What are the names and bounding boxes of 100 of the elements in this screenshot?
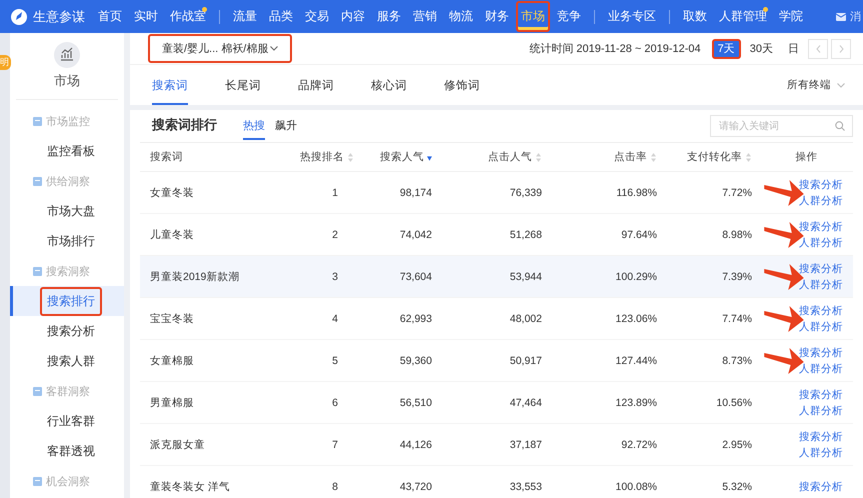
tab[interactable]: 核心词 <box>371 65 407 105</box>
table-cell-text: 73,604 <box>398 270 433 282</box>
subtab[interactable]: 飙升 <box>275 110 297 140</box>
table-cell-text: 5.32% <box>721 480 753 492</box>
nav-item[interactable]: 市场 <box>516 1 550 32</box>
tab[interactable]: 修饰词 <box>444 65 480 105</box>
table-cell-text: 62,993 <box>398 312 433 324</box>
table-cell-text: 100.08% <box>614 480 658 492</box>
table-cell-text: 76,339 <box>508 186 543 198</box>
action-link[interactable]: 搜索分析 <box>799 220 843 234</box>
sort-icon[interactable] <box>650 152 657 162</box>
previous-button[interactable] <box>808 38 828 58</box>
action-link[interactable]: 搜索分析 <box>799 430 843 444</box>
notification-dot <box>763 7 768 12</box>
table-cell-text: 43,720 <box>398 480 433 492</box>
action-link[interactable]: 人群分析 <box>799 236 843 250</box>
date-range: 统计时间 2019-11-28 ~ 2019-12-04 <box>529 42 701 56</box>
category-dropdown[interactable]: 童装/婴儿... 棉袄/棉服 <box>148 34 292 63</box>
table-cell-text: 女童棉服 <box>149 354 195 368</box>
nav-item[interactable]: 内容 <box>336 1 370 32</box>
tab[interactable]: 品牌词 <box>298 65 334 105</box>
sidebar-item-label: 搜索排行 <box>40 286 102 316</box>
action-link[interactable]: 人群分析 <box>799 194 843 208</box>
table-cell-text: 10.56% <box>715 396 753 408</box>
column-header: 热搜排名 <box>300 150 344 164</box>
sidebar-item-label: 搜索人群 <box>46 352 96 370</box>
terminal-dropdown[interactable]: 所有终端 <box>781 65 851 105</box>
table-cell-text: 2.95% <box>721 438 753 450</box>
nav-item[interactable]: 业务专区 <box>603 1 661 32</box>
action-link[interactable]: 搜索分析 <box>799 346 843 360</box>
sidebar-item-label: 行业客群 <box>46 412 96 430</box>
messages-link[interactable]: 消 <box>850 9 861 24</box>
sidebar-item[interactable]: 市场大盘 <box>10 196 124 226</box>
nav-item[interactable]: 学院 <box>774 1 808 32</box>
action-link[interactable]: 搜索分析 <box>799 480 843 494</box>
nav-item[interactable]: 营销 <box>408 1 442 32</box>
sort-icon[interactable] <box>535 152 542 162</box>
sort-icon[interactable] <box>347 152 354 162</box>
action-link[interactable]: 人群分析 <box>799 446 843 460</box>
table-cell-text: 7.39% <box>721 270 753 282</box>
table-cell-text: 派克服女童 <box>149 438 206 452</box>
tab[interactable]: 长尾词 <box>225 65 261 105</box>
nav-item[interactable]: 流量 <box>228 1 262 32</box>
nav-item[interactable]: 物流 <box>444 1 478 32</box>
action-link[interactable]: 搜索分析 <box>799 262 843 276</box>
table-cell-text: 116.98% <box>615 186 658 198</box>
nav-item[interactable]: 实时 <box>129 1 163 32</box>
next-button[interactable] <box>831 38 851 58</box>
chart-icon <box>54 42 80 68</box>
table-cell-text: 童装冬装女 洋气 <box>149 480 231 494</box>
subtab[interactable]: 热搜 <box>243 110 265 140</box>
search-icon[interactable] <box>835 121 845 131</box>
table-cell-text: 男童装2019新款潮 <box>149 270 240 284</box>
action-link[interactable]: 人群分析 <box>799 362 843 376</box>
table-cell-text: 2 <box>331 228 339 240</box>
chevron-right-icon <box>838 44 844 52</box>
sidebar-item[interactable]: 监控看板 <box>10 136 124 166</box>
table-cell-text: 51,268 <box>508 228 543 240</box>
nav-item[interactable]: 首页 <box>93 1 127 32</box>
action-link[interactable]: 人群分析 <box>799 278 843 292</box>
table-cell-text: 97.64% <box>620 228 658 240</box>
mail-icon[interactable] <box>836 12 846 20</box>
action-link[interactable]: 搜索分析 <box>799 178 843 192</box>
nav-item[interactable]: 财务 <box>480 1 514 32</box>
sidebar-item[interactable]: 市场排行 <box>10 226 124 256</box>
action-link[interactable]: 人群分析 <box>799 320 843 334</box>
action-link[interactable]: 人群分析 <box>799 404 843 418</box>
sidebar-group-label: 机会洞察 <box>46 474 90 488</box>
sidebar-item[interactable]: 搜索人群 <box>10 346 124 376</box>
sidebar-item[interactable]: 搜索分析 <box>10 316 124 346</box>
sidebar-item-label: 客群透视 <box>46 442 96 460</box>
sidebar-item[interactable]: 行业客群 <box>10 406 124 436</box>
nav-item[interactable]: 取数 <box>678 1 712 32</box>
column-header: 点击率 <box>614 150 647 164</box>
column-header: 操作 <box>796 150 818 164</box>
action-link[interactable]: 搜索分析 <box>799 304 843 318</box>
nav-item[interactable]: 人群管理 <box>714 1 772 32</box>
period-button[interactable]: 7天 <box>712 38 741 58</box>
nav-item[interactable]: 服务 <box>372 1 406 32</box>
table-cell-text: 4 <box>331 312 339 324</box>
table-cell-text: 6 <box>331 396 339 408</box>
nav-item[interactable]: 作战室 <box>165 1 211 32</box>
brand-name: 生意参谋 <box>33 8 85 26</box>
sidebar-group-label: 搜索洞察 <box>46 264 90 278</box>
table-cell-text: 7 <box>331 438 339 450</box>
sidebar-item[interactable]: 客群透视 <box>10 436 124 466</box>
table-cell-text: 47,464 <box>508 396 543 408</box>
sidebar-item[interactable]: 搜索排行 <box>10 286 124 316</box>
sidebar-item-label: 监控看板 <box>46 142 96 160</box>
column-header: 支付转化率 <box>687 150 742 164</box>
table-cell-text: 74,042 <box>398 228 433 240</box>
nav-item[interactable]: 品类 <box>264 1 298 32</box>
nav-item[interactable]: 交易 <box>300 1 334 32</box>
search-field[interactable]: 请输入关键词 <box>710 115 853 137</box>
table-cell-text: 56,510 <box>398 396 433 408</box>
nav-item[interactable]: 竞争 <box>552 1 586 32</box>
sort-icon[interactable] <box>745 152 752 162</box>
tab[interactable]: 搜索词 <box>152 65 188 105</box>
table-cell-text: 1 <box>331 186 339 198</box>
action-link[interactable]: 搜索分析 <box>799 388 843 402</box>
